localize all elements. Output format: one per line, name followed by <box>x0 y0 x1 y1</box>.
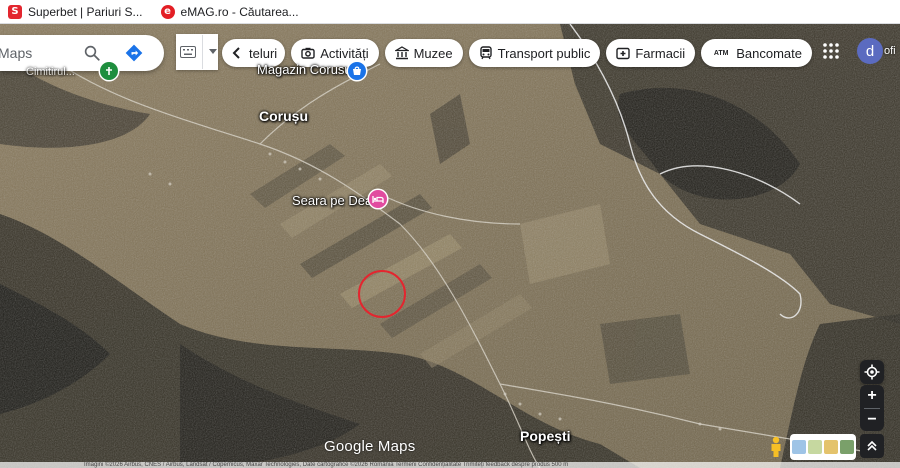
search-input[interactable] <box>0 45 78 61</box>
search-icon[interactable] <box>80 41 104 65</box>
transit-icon <box>479 46 493 60</box>
place-label-magazin-corusu[interactable]: Magazin Corusu <box>257 62 352 77</box>
chip-label: Transport public <box>497 45 591 61</box>
expand-icon <box>867 440 877 451</box>
atm-icon: ATM <box>713 49 729 57</box>
my-location-button[interactable] <box>860 360 884 384</box>
chip-label: Bancomate <box>736 45 802 61</box>
camera-icon <box>301 46 315 60</box>
museum-icon <box>394 46 409 60</box>
hotel-pin-icon[interactable] <box>369 190 387 208</box>
chip-atms[interactable]: ATM Bancomate <box>701 39 812 67</box>
satellite-imagery <box>0 24 900 468</box>
chip-pharmacies[interactable]: Farmacii <box>606 39 696 67</box>
chip-label: Farmacii <box>635 45 686 61</box>
place-label-cemetery[interactable]: Cimitirul... <box>26 66 75 78</box>
keyboard-button[interactable] <box>176 34 218 70</box>
store-pin-icon[interactable] <box>348 62 366 80</box>
back-chevron-icon[interactable] <box>230 46 244 60</box>
zoom-controls: + − <box>860 385 884 431</box>
place-label-seara-pe-deal[interactable]: Seara pe Deal <box>292 193 375 208</box>
apps-grid-icon[interactable] <box>822 42 840 60</box>
search-box[interactable] <box>0 35 164 71</box>
pegman-icon[interactable] <box>768 436 784 458</box>
bookmarks-bar: S Superbet | Pariuri S... e eMAG.ro - Că… <box>0 0 900 24</box>
bookmark-label: eMAG.ro - Căutarea... <box>180 4 299 19</box>
highlight-circle <box>358 270 406 318</box>
directions-icon[interactable] <box>122 41 146 65</box>
zoom-in-button[interactable]: + <box>860 385 884 408</box>
expand-button[interactable] <box>860 434 884 458</box>
keyboard-icon <box>180 46 196 58</box>
chip-label: Activități <box>320 45 369 61</box>
layers-icon <box>792 440 806 454</box>
account-name-fragment: ofi <box>884 45 896 57</box>
chip-museums[interactable]: Muzee <box>384 39 463 67</box>
account-avatar[interactable]: d <box>857 38 883 64</box>
chip-label: Muzee <box>413 45 453 61</box>
green-pin-icon[interactable] <box>100 62 118 80</box>
zoom-out-button[interactable]: − <box>860 409 884 432</box>
place-label-popesti[interactable]: Popești <box>520 428 571 444</box>
my-location-icon <box>864 364 880 380</box>
divider <box>202 35 203 69</box>
chip-label: teluri <box>249 45 278 61</box>
pharmacy-icon <box>616 46 631 60</box>
google-maps-logo: Google Maps <box>324 438 416 455</box>
chevron-down-icon[interactable] <box>209 49 217 55</box>
emag-icon: e <box>160 4 175 19</box>
terrain-layer-thumbnail <box>808 440 822 454</box>
traffic-layer-thumbnail <box>824 440 838 454</box>
map-attribution[interactable]: Imagini ©2026 Airbus, CNES / Airbus, Lan… <box>0 462 900 468</box>
bookmark-emag[interactable]: e eMAG.ro - Căutarea... <box>160 4 299 19</box>
chip-transit[interactable]: Transport public <box>468 39 601 67</box>
map-canvas[interactable]: teluri Activități Muzee Transport public… <box>0 24 900 468</box>
superbet-icon: S <box>8 4 22 19</box>
layers-button[interactable] <box>790 434 856 460</box>
bookmark-label: Superbet | Pariuri S... <box>28 4 143 19</box>
place-label-corusu[interactable]: Corușu <box>259 108 308 124</box>
bookmark-superbet[interactable]: S Superbet | Pariuri S... <box>8 4 143 19</box>
satellite-layer-thumbnail <box>840 440 854 454</box>
